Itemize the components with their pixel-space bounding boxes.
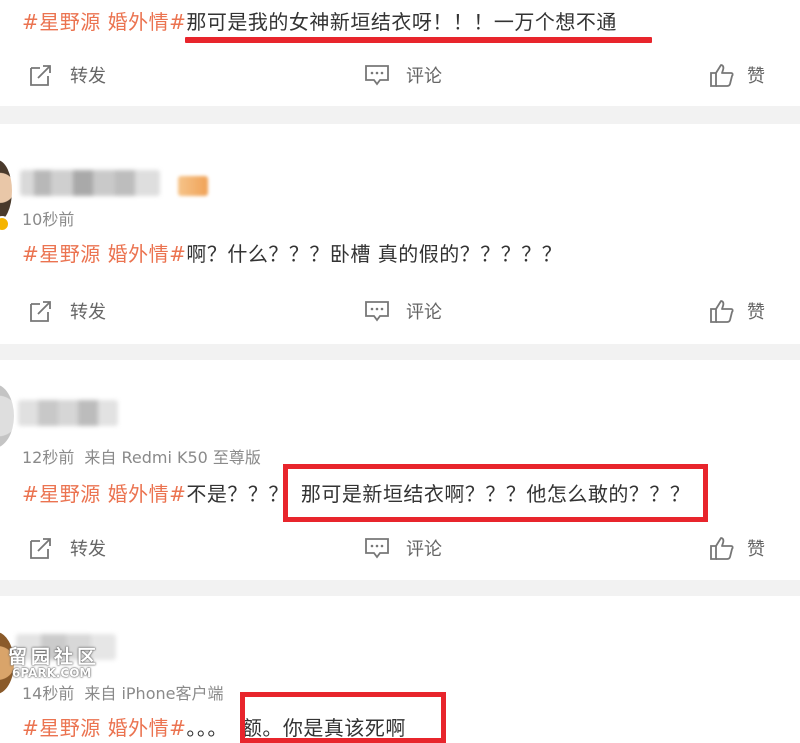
post-3-text-plain: 。。。 [186, 716, 228, 740]
like-button[interactable]: 赞 [709, 298, 765, 324]
like-label: 赞 [747, 302, 765, 323]
like-button[interactable]: 赞 [709, 62, 765, 88]
username-blurred[interactable] [18, 400, 118, 426]
hashtag-link[interactable]: #星野源 婚外情# [22, 716, 186, 740]
watermark-logo: 留园社区 [8, 642, 100, 669]
red-box-annotation [240, 692, 446, 743]
post-3: 留园社区 6PARK.COM 14秒前 来自 iPhone客户端 #星野源 婚外情… [0, 596, 800, 743]
repost-button[interactable]: 转发 [28, 535, 106, 561]
post-1-text: 啊？什么？？？卧槽 真的假的？？？？？ [186, 242, 563, 266]
comment-label: 评论 [406, 539, 442, 560]
thumbs-up-icon [710, 537, 734, 560]
comment-button[interactable]: 评论 [364, 298, 442, 324]
like-button[interactable]: 赞 [709, 535, 765, 561]
post-2: 12秒前 来自 Redmi K50 至尊版 #星野源 婚外情#不是？？？ 那可是新垣… [0, 360, 800, 580]
post-0: #星野源 婚外情#那可是我的女神新垣结衣呀！！！一万个想不通 转发 评论 赞 [0, 0, 800, 106]
comment-icon [365, 301, 389, 322]
repost-icon [30, 538, 51, 559]
watermark-line1: 留园社区 [8, 646, 101, 668]
hashtag-link[interactable]: #星野源 婚外情# [22, 482, 186, 506]
post-2-text-plain: 不是？？？ [186, 482, 289, 506]
comment-icon [365, 65, 389, 86]
repost-label: 转发 [70, 66, 106, 87]
comment-button[interactable]: 评论 [364, 535, 442, 561]
username-blurred[interactable] [20, 170, 160, 196]
avatar[interactable] [0, 384, 14, 448]
red-box-annotation [283, 464, 708, 522]
post-3-meta: 14秒前 来自 iPhone客户端 [22, 680, 223, 704]
repost-button[interactable]: 转发 [28, 298, 106, 324]
like-label: 赞 [747, 539, 765, 560]
hashtag-link[interactable]: #星野源 婚外情# [22, 10, 186, 34]
post-separator [0, 580, 800, 596]
post-1-meta: 10秒前 [22, 206, 74, 230]
comment-button[interactable]: 评论 [364, 62, 442, 88]
timestamp: 12秒前 [22, 448, 75, 467]
post-0-text: 那可是我的女神新垣结衣呀！！！一万个想不通 [186, 10, 617, 34]
comment-label: 评论 [406, 66, 442, 87]
repost-label: 转发 [70, 539, 106, 560]
post-source: 来自 Redmi K50 至尊版 [84, 448, 261, 467]
thumbs-up-icon [710, 300, 734, 323]
watermark-line2: 6PARK.COM [12, 666, 92, 680]
member-badge-icon [178, 176, 208, 196]
post-0-content: #星野源 婚外情#那可是我的女神新垣结衣呀！！！一万个想不通 [22, 6, 617, 35]
watermark-url: 6PARK.COM [12, 666, 91, 680]
repost-button[interactable]: 转发 [28, 62, 106, 88]
repost-icon [30, 301, 51, 322]
thumbs-up-icon [710, 64, 734, 87]
post-separator [0, 106, 800, 124]
timestamp: 14秒前 [22, 684, 75, 703]
red-underline-annotation [185, 37, 652, 43]
post-source: 来自 iPhone客户端 [84, 684, 224, 703]
comment-label: 评论 [406, 302, 442, 323]
comment-icon [365, 538, 389, 559]
post-1: 10秒前 #星野源 婚外情#啊？什么？？？卧槽 真的假的？？？？？ 转发 评论 … [0, 124, 800, 344]
like-label: 赞 [747, 66, 765, 87]
post-separator [0, 344, 800, 360]
hashtag-link[interactable]: #星野源 婚外情# [22, 242, 186, 266]
verified-badge-icon [0, 216, 10, 232]
timestamp: 10秒前 [22, 210, 75, 229]
repost-icon [30, 65, 51, 86]
repost-label: 转发 [70, 302, 106, 323]
avatar[interactable] [0, 160, 12, 222]
post-2-meta: 12秒前 来自 Redmi K50 至尊版 [22, 444, 261, 468]
post-1-content: #星野源 婚外情#啊？什么？？？卧槽 真的假的？？？？？ [22, 238, 562, 267]
